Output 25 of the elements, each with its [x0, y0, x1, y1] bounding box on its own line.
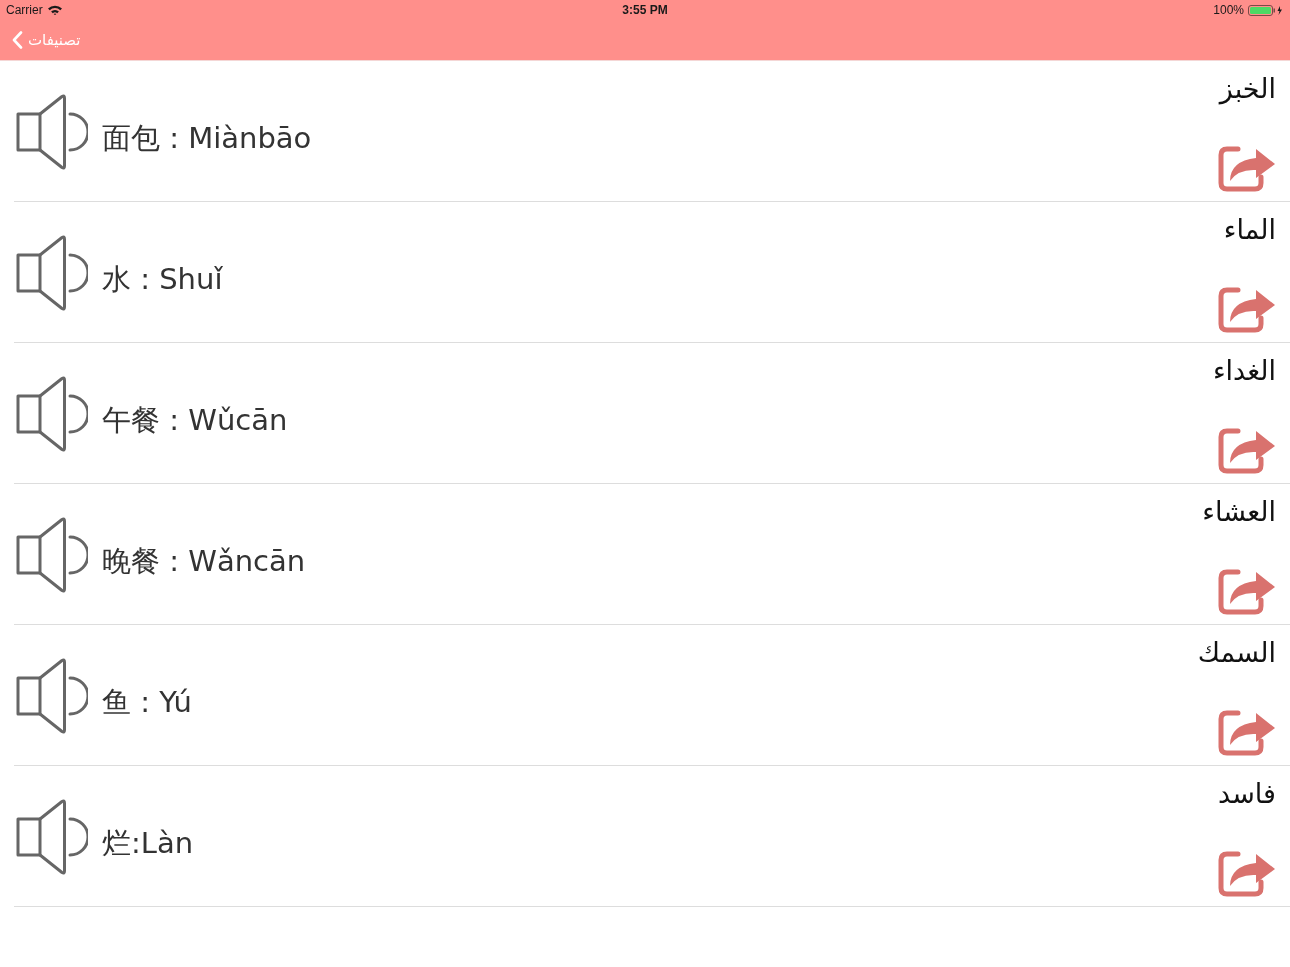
- arabic-word: الغداء: [1212, 355, 1276, 386]
- chevron-left-icon: [12, 31, 23, 49]
- carrier-label: Carrier: [6, 3, 43, 17]
- speaker-icon[interactable]: [16, 235, 88, 311]
- chinese-phrase: 晚餐 : Wǎncān: [102, 543, 306, 580]
- arabic-word: فاسد: [1218, 778, 1276, 809]
- arabic-word: الماء: [1223, 214, 1276, 245]
- arabic-word: الخبز: [1219, 73, 1276, 104]
- speaker-icon[interactable]: [16, 94, 88, 170]
- chinese-phrase: 面包 : Miànbāo: [102, 120, 312, 157]
- chinese-phrase: 水 : Shuǐ: [102, 261, 223, 298]
- battery-percent: 100%: [1213, 3, 1244, 17]
- wifi-icon: [47, 5, 62, 15]
- battery-icon: [1248, 4, 1284, 16]
- chinese-phrase: 烂:Làn: [102, 825, 194, 862]
- speaker-icon[interactable]: [16, 376, 88, 452]
- speaker-icon[interactable]: [16, 517, 88, 593]
- status-time: 3:55 PM: [622, 3, 668, 17]
- speaker-icon[interactable]: [16, 799, 88, 875]
- back-button[interactable]: تصنيفات: [10, 29, 83, 51]
- arabic-word: السمك: [1197, 637, 1276, 668]
- arabic-word: العشاء: [1202, 496, 1276, 527]
- speaker-icon[interactable]: [16, 658, 88, 734]
- chinese-phrase: 鱼 : Yú: [102, 684, 192, 721]
- chinese-phrase: 午餐 : Wǔcān: [102, 402, 288, 439]
